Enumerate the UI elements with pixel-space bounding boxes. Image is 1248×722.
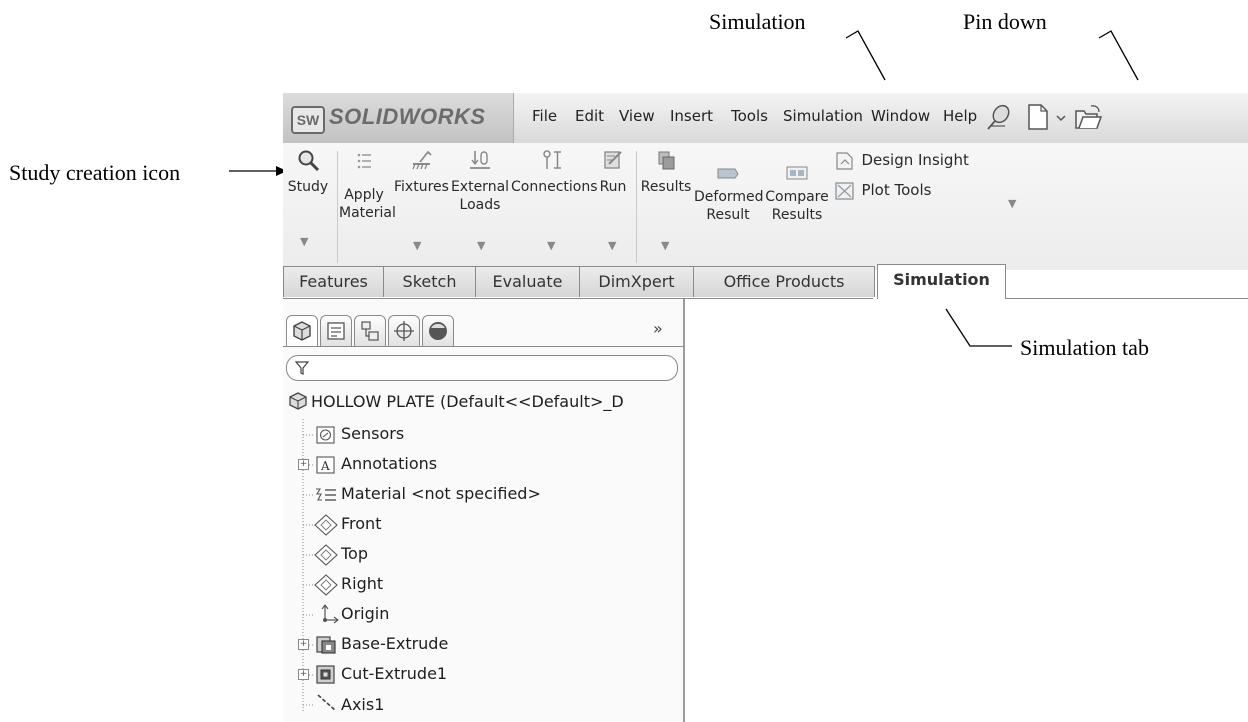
sensors-icon bbox=[316, 426, 335, 444]
run-icon bbox=[604, 151, 622, 169]
plane-icon bbox=[314, 574, 338, 596]
connections-icon bbox=[543, 150, 561, 169]
apply-material-label-1: Apply bbox=[344, 187, 384, 203]
deformed-result-label-1: Deformed bbox=[694, 189, 764, 205]
command-manager-tabs: Features Sketch Evaluate DimXpert Office… bbox=[283, 264, 1248, 299]
design-insight-label: Design Insight bbox=[861, 151, 969, 169]
origin-icon bbox=[321, 604, 339, 624]
run-label: Run bbox=[599, 179, 627, 195]
study-dropdown-arrow[interactable]: ▼ bbox=[300, 235, 308, 248]
external-loads-dropdown-arrow[interactable]: ▼ bbox=[477, 239, 485, 252]
plot-tools-button[interactable]: Plot Tools bbox=[833, 181, 931, 201]
compare-results-button[interactable]: Compare Results bbox=[764, 165, 830, 224]
design-insight-icon bbox=[836, 152, 853, 170]
tree-item-right-plane[interactable]: Right bbox=[341, 574, 383, 593]
part-icon bbox=[289, 392, 307, 410]
tree-item-cut-extrude1[interactable]: Cut-Extrude1 bbox=[341, 664, 447, 683]
menu-insert[interactable]: Insert bbox=[670, 107, 713, 125]
feature-manager-panel: » HOLLOW PLATE (Default<<Default>_D Sens… bbox=[283, 299, 685, 722]
deformed-result-label-2: Result bbox=[706, 207, 750, 223]
tree-item-origin[interactable]: Origin bbox=[341, 604, 389, 623]
connections-dropdown-arrow[interactable]: ▼ bbox=[547, 239, 555, 252]
annotations-icon: A bbox=[316, 456, 335, 474]
external-loads-label-2: Loads bbox=[459, 197, 501, 213]
tab-baseline bbox=[1005, 298, 1248, 299]
magnifier-icon bbox=[298, 150, 320, 172]
expand-icon[interactable]: + bbox=[298, 669, 309, 680]
menu-tools[interactable]: Tools bbox=[731, 107, 768, 125]
fixtures-dropdown-arrow[interactable]: ▼ bbox=[413, 239, 421, 252]
fixtures-icon bbox=[412, 150, 432, 170]
external-loads-button[interactable]: External Loads bbox=[450, 149, 510, 214]
tree-root-part[interactable]: HOLLOW PLATE (Default<<Default>_D bbox=[311, 392, 624, 411]
compare-results-label-2: Results bbox=[771, 207, 823, 223]
results-label: Results bbox=[640, 179, 692, 195]
tab-sketch[interactable]: Sketch bbox=[383, 266, 476, 297]
fixtures-button[interactable]: Fixtures bbox=[394, 149, 449, 196]
pin-icon[interactable] bbox=[985, 102, 1013, 132]
apply-material-label-2: Material bbox=[339, 205, 396, 221]
menu-window[interactable]: Window bbox=[871, 107, 930, 125]
ribbon-separator bbox=[636, 151, 637, 263]
ribbon-separator bbox=[337, 151, 338, 263]
external-loads-icon bbox=[470, 151, 490, 169]
expand-icon[interactable]: + bbox=[298, 459, 309, 470]
chevron-down-icon[interactable] bbox=[1055, 102, 1067, 132]
tree-item-material[interactable]: Material <not specified> bbox=[341, 484, 541, 503]
external-loads-label-1: External bbox=[450, 179, 510, 195]
results-icon bbox=[658, 151, 675, 170]
results-dropdown-arrow[interactable]: ▼ bbox=[661, 239, 669, 252]
plot-tools-dropdown-arrow[interactable]: ▼ bbox=[1008, 197, 1016, 210]
extrude-icon bbox=[316, 636, 336, 654]
logo-wordmark: SOLIDWORKS bbox=[329, 104, 486, 129]
tree-item-sensors[interactable]: Sensors bbox=[341, 424, 404, 443]
tab-simulation[interactable]: Simulation bbox=[877, 264, 1006, 299]
run-button[interactable]: Run bbox=[595, 149, 631, 196]
tab-office-products[interactable]: Office Products bbox=[693, 266, 875, 297]
connections-button[interactable]: Connections bbox=[511, 149, 598, 196]
sw-logo-mark: SW bbox=[291, 106, 325, 134]
menu-edit[interactable]: Edit bbox=[575, 107, 604, 125]
command-manager-ribbon: Study ▼ Apply Material Fixtures ▼ Extern… bbox=[283, 143, 1248, 270]
new-document-icon[interactable] bbox=[1025, 102, 1051, 132]
plot-tools-label: Plot Tools bbox=[861, 181, 932, 199]
svg-text:A: A bbox=[320, 459, 330, 473]
tab-evaluate[interactable]: Evaluate bbox=[475, 266, 580, 297]
open-folder-icon[interactable] bbox=[1073, 102, 1103, 132]
tree-item-top-plane[interactable]: Top bbox=[341, 544, 368, 563]
material-list-icon bbox=[357, 153, 371, 169]
run-dropdown-arrow[interactable]: ▼ bbox=[608, 239, 616, 252]
menu-view[interactable]: View bbox=[619, 107, 655, 125]
tree-item-annotations[interactable]: Annotations bbox=[341, 454, 437, 473]
plane-icon bbox=[314, 514, 338, 536]
apply-material-button[interactable]: Apply Material bbox=[339, 149, 396, 222]
menu-bar: SW SOLIDWORKS File Edit View Insert Tool… bbox=[283, 93, 1248, 144]
results-button[interactable]: Results bbox=[640, 149, 692, 196]
fixtures-label: Fixtures bbox=[394, 179, 449, 195]
expand-icon[interactable]: + bbox=[298, 639, 309, 650]
study-label: Study bbox=[287, 179, 329, 195]
study-button[interactable]: Study bbox=[285, 149, 331, 196]
cut-extrude-icon bbox=[316, 665, 335, 684]
axis-icon bbox=[317, 694, 337, 712]
tree-item-front-plane[interactable]: Front bbox=[341, 514, 381, 533]
compare-results-icon bbox=[786, 166, 808, 180]
deformed-result-button[interactable]: Deformed Result bbox=[694, 165, 764, 224]
plot-tools-icon bbox=[835, 182, 854, 200]
tab-dimxpert[interactable]: DimXpert bbox=[579, 266, 694, 297]
menu-simulation[interactable]: Simulation bbox=[783, 107, 863, 125]
plane-icon bbox=[314, 544, 338, 566]
solidworks-logo[interactable]: SW SOLIDWORKS bbox=[283, 93, 514, 143]
connections-label: Connections bbox=[511, 179, 598, 195]
tab-features[interactable]: Features bbox=[283, 266, 384, 297]
design-insight-button[interactable]: Design Insight bbox=[833, 151, 969, 171]
menu-help[interactable]: Help bbox=[943, 107, 977, 125]
tree-item-axis1[interactable]: Axis1 bbox=[341, 695, 384, 714]
tree-connectors bbox=[302, 419, 313, 712]
material-icon bbox=[316, 488, 336, 501]
compare-results-label-1: Compare bbox=[765, 189, 829, 205]
tree-item-base-extrude[interactable]: Base-Extrude bbox=[341, 634, 448, 653]
deformed-result-icon bbox=[717, 168, 739, 179]
menu-file[interactable]: File bbox=[532, 107, 557, 125]
